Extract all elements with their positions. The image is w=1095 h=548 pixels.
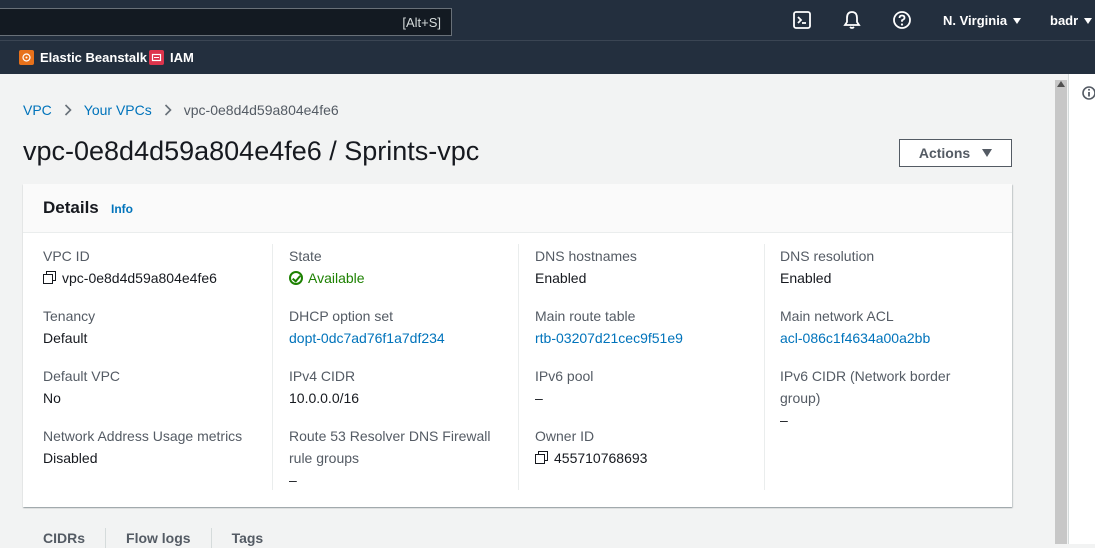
state-value: Available [308,270,365,286]
field-label: IPv4 CIDR [289,368,356,384]
region-selector[interactable]: N. Virginia [943,13,1022,28]
tab-tags[interactable]: Tags [212,528,284,548]
field-value: Default [43,330,88,346]
field-value: Enabled [535,270,587,286]
field-route53: Route 53 Resolver DNS Firewall rule grou… [289,425,491,491]
terminal-icon[interactable] [792,10,812,30]
field-ipv6-pool: IPv6 pool – [535,365,593,409]
tab-cidrs[interactable]: CIDRs [23,528,107,548]
field-value: – [780,412,788,428]
column-divider [272,244,273,490]
details-header: Details Info [23,184,1012,233]
field-value: Disabled [43,450,98,466]
page-title: vpc-0e8d4d59a804e4fe6 / Sprints-vpc [23,136,480,166]
field-nau-metrics: Network Address Usage metrics Disabled [43,425,242,469]
scroll-up-arrow[interactable] [1057,81,1065,87]
help-panel-rail [1068,74,1095,544]
field-value: vpc-0e8d4d59a804e4fe6 [43,267,217,289]
info-icon[interactable] [1082,86,1095,100]
breadcrumb-vpc[interactable]: VPC [23,102,52,118]
actions-button[interactable]: Actions [899,139,1012,167]
network-acl-link[interactable]: acl-086c1f4634a00a2bb [780,327,930,349]
elastic-beanstalk-icon [19,50,34,65]
field-value: 10.0.0.0/16 [289,390,360,406]
field-label: Main network ACL [780,308,894,324]
dhcp-link[interactable]: dopt-0dc7ad76f1a7df234 [289,327,445,349]
field-label: Main route table [535,308,636,324]
field-label: Owner ID [535,428,595,444]
field-default-vpc: Default VPC No [43,365,120,409]
details-title: Details [43,198,99,217]
favorite-iam[interactable]: IAM [149,50,194,65]
actions-label: Actions [918,145,971,161]
field-label: Default VPC [43,368,121,384]
field-tenancy: Tenancy Default [43,305,95,349]
field-label: DHCP option set [289,308,394,324]
field-value: – [289,472,297,488]
account-name: badr [1050,13,1079,28]
field-vpc-id: VPC ID vpc-0e8d4d59a804e4fe6 [43,245,217,289]
chevron-down-icon [1013,18,1022,24]
field-label: Tenancy [43,308,96,324]
owner-id-value: 455710768693 [554,450,648,466]
breadcrumb-current: vpc-0e8d4d59a804e4fe6 [183,102,339,118]
copy-icon[interactable] [535,451,548,464]
scrollbar[interactable] [1055,80,1067,544]
field-label: Network Address Usage metrics [43,428,243,444]
field-state: State Available [289,245,365,289]
breadcrumb-your-vpcs[interactable]: Your VPCs [84,102,152,118]
copy-icon[interactable] [43,271,56,284]
field-value: – [535,390,543,406]
bell-icon[interactable] [842,10,862,30]
field-label: IPv6 pool [535,368,594,384]
account-menu[interactable]: badr [1050,13,1093,28]
tab-bar: CIDRs Flow logs Tags [23,528,283,548]
chevron-right-icon [164,104,172,116]
favorite-elastic-beanstalk[interactable]: Elastic Beanstalk [19,50,147,65]
field-label: IPv6 CIDR (Network border [780,368,951,384]
field-ipv4-cidr: IPv4 CIDR 10.0.0.0/16 [289,365,359,409]
column-divider [518,244,519,490]
favorite-label: IAM [170,50,194,65]
field-label: Route 53 Resolver DNS Firewall [289,428,491,444]
info-link[interactable]: Info [111,202,133,216]
field-value: Enabled [780,270,832,286]
field-value: No [43,390,61,406]
field-label: DNS resolution [780,248,875,264]
field-label: VPC ID [43,248,90,264]
field-label: DNS hostnames [535,248,637,264]
field-ipv6-cidr: IPv6 CIDR (Network border group) – [780,365,950,431]
breadcrumb: VPC Your VPCs vpc-0e8d4d59a804e4fe6 [23,102,339,118]
field-owner-id: Owner ID 455710768693 [535,425,647,469]
tab-flow-logs[interactable]: Flow logs [106,528,212,548]
field-dns-hostnames: DNS hostnames Enabled [535,245,637,289]
caret-down-icon [982,149,993,157]
details-panel: Details Info VPC ID vpc-0e8d4d59a804e4fe… [23,184,1012,507]
favorite-label: Elastic Beanstalk [40,50,147,65]
field-value: Available [289,267,365,289]
field-dns-resolution: DNS resolution Enabled [780,245,874,289]
iam-icon [149,50,164,65]
search-shortcut-hint: [Alt+S] [402,15,441,30]
chevron-down-icon [1084,18,1093,24]
top-navigation: [Alt+S] N. Virginia badr [0,0,1095,40]
route-table-link[interactable]: rtb-03207d21cec9f51e9 [535,327,683,349]
favorites-bar: Elastic Beanstalk IAM [0,40,1095,74]
vpc-id-value: vpc-0e8d4d59a804e4fe6 [62,270,217,286]
field-label: State [289,248,322,264]
check-circle-icon [289,271,303,285]
help-icon[interactable] [892,10,912,30]
chevron-right-icon [64,104,72,116]
search-input[interactable]: [Alt+S] [0,8,452,36]
region-label: N. Virginia [943,13,1008,28]
field-main-route-table: Main route table rtb-03207d21cec9f51e9 [535,305,683,349]
field-main-network-acl: Main network ACL acl-086c1f4634a00a2bb [780,305,930,349]
field-value: 455710768693 [535,447,647,469]
column-divider [764,244,765,490]
field-label: rule groups [289,450,360,466]
field-dhcp: DHCP option set dopt-0dc7ad76f1a7df234 [289,305,445,349]
field-label: group) [780,390,821,406]
